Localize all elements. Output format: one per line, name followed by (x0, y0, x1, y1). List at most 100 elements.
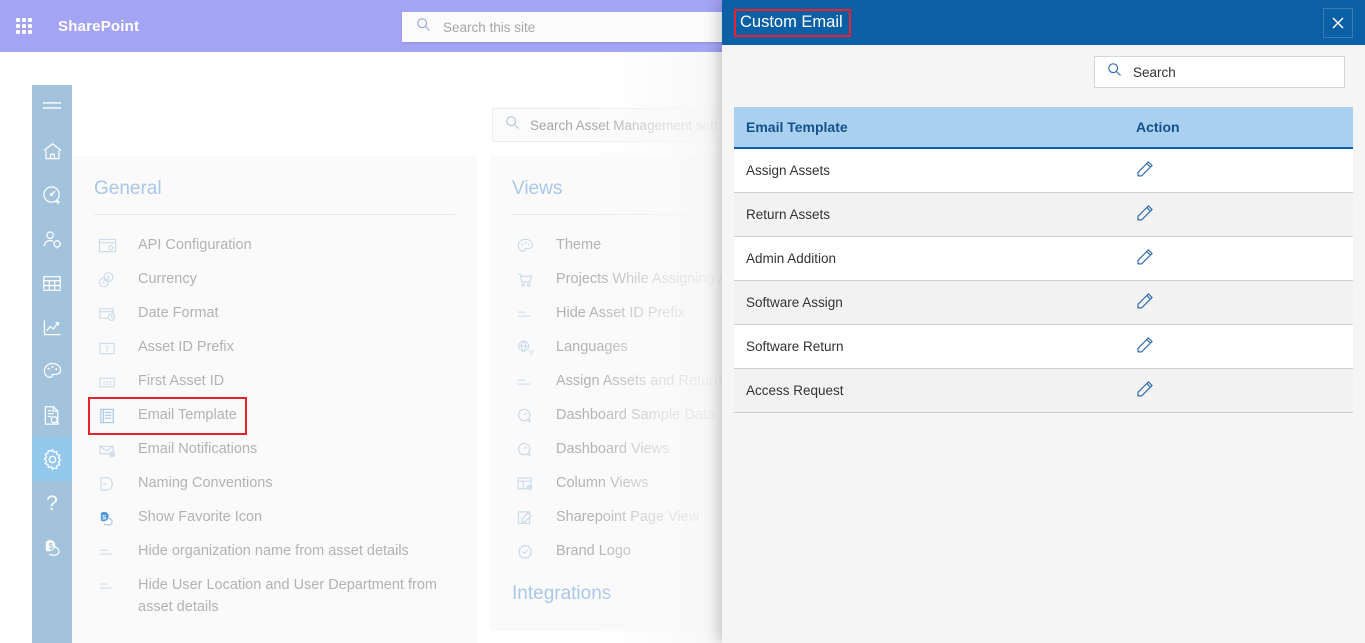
setting-label: Projects While Assigning As (556, 271, 735, 287)
toggle-lines-icon (94, 540, 120, 564)
cell-template-name: Software Assign (734, 280, 1136, 325)
table-row[interactable]: Assign Assets (734, 148, 1353, 193)
left-icon-rail: ? (32, 85, 72, 643)
edit-pencil-icon[interactable] (1136, 248, 1154, 269)
currency-coins-icon: $ € (94, 268, 120, 292)
setting-label: Hide User Location and User Department f… (138, 577, 437, 615)
setting-date-format[interactable]: Date Format (94, 297, 455, 331)
close-icon[interactable] (1323, 8, 1353, 38)
cell-template-name: Software Return (734, 324, 1136, 369)
toggle-lines-icon (512, 370, 538, 394)
setting-label: API Configuration (138, 237, 252, 253)
setting-label: Hide organization name from asset detail… (138, 543, 409, 559)
app-root: SharePoint Search this site ? Search Ass… (0, 0, 1365, 643)
question-mark-icon[interactable]: ? (32, 481, 72, 525)
setting-label: Show Favorite Icon (138, 509, 263, 525)
document-search-icon[interactable] (32, 393, 72, 437)
setting-label: First Asset ID (138, 373, 225, 389)
dialog-body: Search Email Template Action Assign Asse… (722, 45, 1365, 643)
brand-badge-icon (512, 540, 538, 564)
setting-label: Column Views (556, 475, 649, 491)
cell-action (1136, 324, 1353, 369)
setting-api-configuration[interactable]: API Configuration (94, 229, 455, 263)
toggle-lines-icon (512, 302, 538, 326)
cell-action (1136, 192, 1353, 237)
edit-pencil-icon[interactable] (1136, 204, 1154, 225)
sharepoint-dollar-icon[interactable] (32, 525, 72, 569)
table-row[interactable]: Software Return (734, 324, 1353, 369)
gear-icon[interactable] (32, 437, 72, 481)
cell-action (1136, 368, 1353, 413)
setting-hide-organization-name[interactable]: Hide organization name from asset detail… (94, 535, 455, 569)
divider (94, 214, 455, 215)
setting-label: Email Template (138, 407, 237, 423)
hamburger-menu-icon[interactable] (32, 85, 72, 129)
setting-currency[interactable]: $ € Currency (94, 263, 455, 297)
setting-label: Dashboard Sample Data (556, 407, 715, 423)
cell-action (1136, 148, 1353, 193)
setting-label: Sharepoint Page View (556, 509, 700, 525)
setting-naming-conventions[interactable]: Naming Conventions (94, 467, 455, 501)
setting-label: Dashboard Views (556, 441, 670, 457)
dialog-search-placeholder: Search (1133, 64, 1176, 80)
line-chart-icon[interactable] (32, 305, 72, 349)
sharepoint-favorite-icon: S (94, 506, 120, 530)
column-views-icon (512, 472, 538, 496)
dashboard-add-icon[interactable] (32, 173, 72, 217)
dialog-search-input[interactable]: Search (1094, 56, 1345, 88)
setting-hide-user-location-department[interactable]: Hide User Location and User Department f… (94, 569, 455, 623)
email-notification-icon (94, 438, 120, 462)
user-settings-icon[interactable] (32, 217, 72, 261)
sharepoint-brand[interactable]: SharePoint (58, 18, 139, 35)
naming-convention-icon (94, 472, 120, 496)
dashboard-add-icon (512, 404, 538, 428)
search-icon (1107, 62, 1122, 82)
number-field-icon: 123 (94, 370, 120, 394)
table-row[interactable]: Software Assign (734, 280, 1353, 325)
languages-icon: 字 (512, 336, 538, 360)
setting-label: Date Format (138, 305, 219, 321)
dialog-titlebar: Custom Email (722, 0, 1365, 45)
palette-icon (512, 234, 538, 258)
table-row[interactable]: Access Request (734, 368, 1353, 413)
edit-pencil-icon[interactable] (1136, 336, 1154, 357)
table-header-row: Email Template Action (734, 107, 1353, 149)
setting-first-asset-id[interactable]: 123 First Asset ID (94, 365, 455, 399)
table-grid-icon[interactable] (32, 261, 72, 305)
setting-label: Theme (556, 237, 602, 253)
svg-text:€: € (102, 281, 105, 287)
setting-label: Brand Logo (556, 543, 631, 559)
table-row[interactable]: Admin Addition (734, 236, 1353, 281)
setting-label: Languages (556, 339, 628, 355)
svg-text:S: S (102, 514, 106, 521)
dashboard-add-icon (512, 438, 538, 462)
cart-icon (512, 268, 538, 292)
email-template-icon (94, 404, 120, 428)
setting-asset-id-prefix[interactable]: T Asset ID Prefix (94, 331, 455, 365)
svg-text:T: T (104, 345, 109, 353)
edit-pencil-icon[interactable] (1136, 380, 1154, 401)
setting-show-favorite-icon[interactable]: S Show Favorite Icon (94, 501, 455, 535)
setting-email-template[interactable]: Email Template (88, 397, 247, 435)
cell-template-name: Admin Addition (734, 236, 1136, 281)
site-search-placeholder: Search this site (443, 19, 536, 35)
setting-label: Email Notifications (138, 441, 258, 457)
column-header-email-template[interactable]: Email Template (734, 107, 1136, 149)
app-launcher-icon[interactable] (0, 0, 48, 52)
api-configuration-icon (94, 234, 120, 258)
setting-label: Naming Conventions (138, 475, 273, 491)
palette-icon[interactable] (32, 349, 72, 393)
home-icon[interactable] (32, 129, 72, 173)
page-edit-icon (512, 506, 538, 530)
cell-template-name: Access Request (734, 368, 1136, 413)
svg-text:$: $ (107, 275, 110, 281)
custom-email-dialog: Custom Email Search Email Template Actio… (722, 0, 1365, 643)
setting-email-notifications[interactable]: Email Notifications (94, 433, 455, 467)
table-body: Assign Assets Return Assets Admin Additi… (734, 148, 1353, 413)
column-header-action[interactable]: Action (1136, 107, 1353, 149)
table-row[interactable]: Return Assets (734, 192, 1353, 237)
cell-action (1136, 236, 1353, 281)
general-settings-card: General API Configuration $ € Currency D… (72, 156, 477, 643)
edit-pencil-icon[interactable] (1136, 160, 1154, 181)
edit-pencil-icon[interactable] (1136, 292, 1154, 313)
